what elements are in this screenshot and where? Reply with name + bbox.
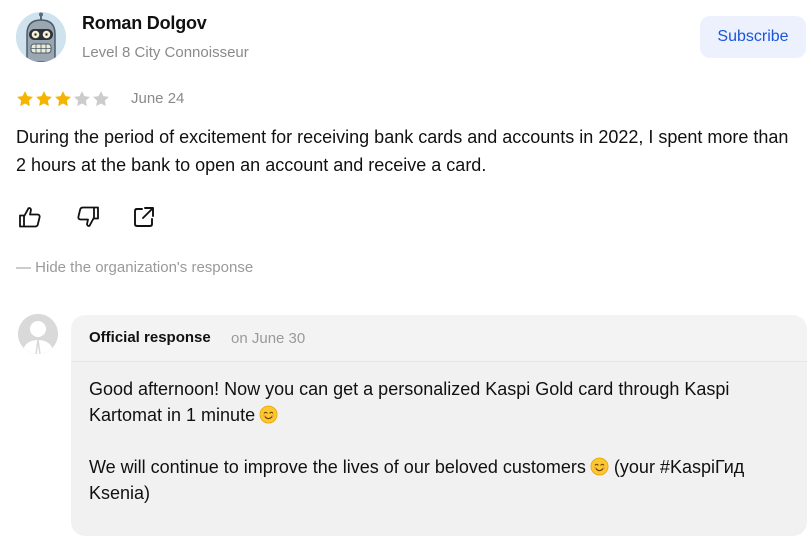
star-rating <box>16 89 111 109</box>
star-filled-icon <box>36 91 52 107</box>
review-card: Roman Dolgov Level 8 City Connoisseur Su… <box>0 0 811 540</box>
author-name[interactable]: Roman Dolgov <box>82 13 207 34</box>
response-body: Good afternoon! Now you can get a person… <box>71 361 807 536</box>
author-avatar[interactable] <box>16 12 66 62</box>
review-text: During the period of excitement for rece… <box>16 127 789 175</box>
thumbs-down-icon <box>77 206 99 227</box>
smiling-face-emoji-icon <box>590 457 609 476</box>
star-filled-icon <box>17 91 33 107</box>
hide-response-link[interactable]: — Hide the organization's response <box>16 259 253 276</box>
like-button[interactable] <box>17 204 43 230</box>
dislike-button[interactable] <box>75 204 101 230</box>
share-icon <box>134 207 154 227</box>
star-empty-icon <box>74 91 90 107</box>
organization-response: Official response on June 30 Good aftern… <box>71 315 807 536</box>
default-user-icon <box>18 314 58 354</box>
star-filled-icon <box>55 91 71 107</box>
organization-avatar <box>18 314 58 354</box>
share-button[interactable] <box>131 204 157 230</box>
robot-avatar-icon <box>16 12 66 62</box>
response-paragraph-text: We will continue to improve the lives of… <box>89 457 586 477</box>
response-paragraph-text: Good afternoon! Now you can get a person… <box>89 379 730 425</box>
response-paragraph: We will continue to improve the lives of… <box>89 454 789 506</box>
star-empty-icon <box>93 91 109 107</box>
response-paragraph: Good afternoon! Now you can get a person… <box>89 376 789 428</box>
response-title: Official response <box>89 329 211 346</box>
author-level: Level 8 City Connoisseur <box>82 44 249 61</box>
smiling-face-emoji-icon <box>259 405 278 424</box>
thumbs-up-icon <box>19 207 41 228</box>
response-date: on June 30 <box>231 330 306 347</box>
subscribe-button[interactable]: Subscribe <box>700 16 806 58</box>
review-date: June 24 <box>131 90 185 107</box>
